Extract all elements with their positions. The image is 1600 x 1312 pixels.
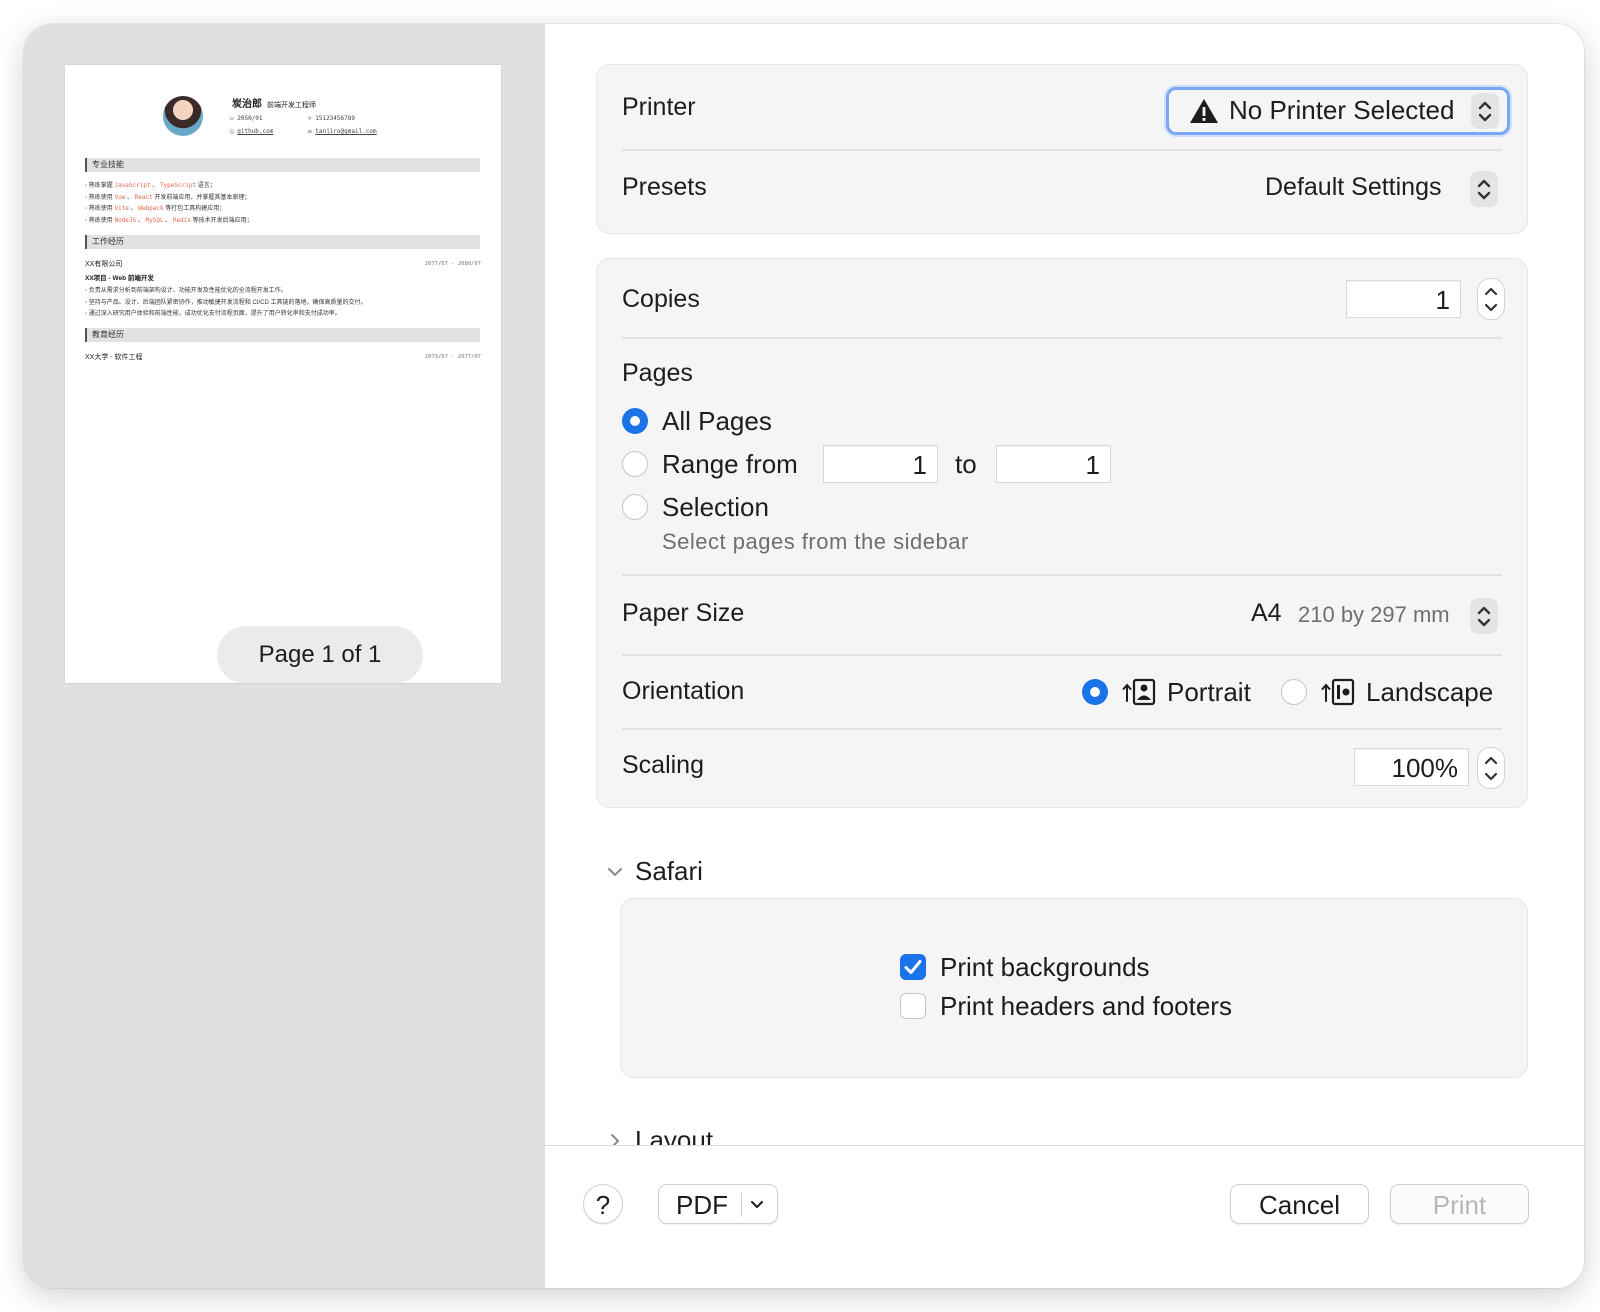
- resume-skill-line: ◦ 熟练掌握 JavaScript 、 TypeScript 语言；: [85, 182, 216, 189]
- resume-name: 炭治郎 前端开发工程师: [232, 99, 316, 110]
- all-pages-label[interactable]: All Pages: [662, 406, 772, 437]
- paper-size-label: Paper Size: [622, 599, 745, 627]
- pdf-label: PDF: [676, 1190, 728, 1220]
- resume-work-bullet: ◦ 负责从需求分析到前端架构设计、功能开发及性能优化的全流程开发工作。: [85, 288, 287, 294]
- resume-education-period: 2073/07 - 2077/07: [424, 354, 481, 360]
- safari-options-group: Print backgrounds Print headers and foot…: [620, 898, 1528, 1078]
- landscape-icon: [1321, 678, 1355, 706]
- range-start-input[interactable]: 1: [823, 445, 938, 483]
- settings-pane: Printer No Printer Selected Presets Defa…: [545, 24, 1584, 1288]
- print-backgrounds-label[interactable]: Print backgrounds: [940, 952, 1150, 983]
- divider: [622, 337, 1502, 339]
- help-button[interactable]: ?: [583, 1184, 623, 1224]
- pdf-button-separator: [741, 1193, 742, 1217]
- paper-size-value[interactable]: A4: [1251, 599, 1282, 628]
- resume-company: XX有限公司: [85, 261, 123, 268]
- resume-work-bullet: ◦ 坚持与产品、设计、后端团队紧密协作，推动敏捷开发流程和 CI/CD 工具链的…: [85, 299, 367, 306]
- resume-section-work: 工作经历: [85, 235, 480, 249]
- scaling-input[interactable]: 100%: [1354, 748, 1469, 786]
- divider: [622, 574, 1502, 576]
- paper-size-dimensions[interactable]: 210 by 297 mm: [1298, 602, 1450, 628]
- resume-skill-line: ◦ 熟练使用 NodeJS 、 MySQL 、 Redis 等技术开发后端应用；: [85, 216, 253, 224]
- resume-school: XX大学 - 软件工程: [85, 354, 143, 361]
- print-dialog: 炭治郎 前端开发工程师 ▭ 2050/01 ✆ 15123456789 ◯ git…: [24, 24, 1584, 1288]
- printer-group: Printer No Printer Selected Presets Defa…: [596, 64, 1528, 234]
- print-button[interactable]: Print: [1390, 1184, 1529, 1224]
- range-radio[interactable]: [622, 451, 648, 477]
- selection-radio[interactable]: [622, 494, 648, 520]
- resume-phone: ✆ 15123456789: [308, 115, 355, 122]
- landscape-label[interactable]: Landscape: [1366, 677, 1493, 708]
- divider: [622, 654, 1502, 656]
- selection-hint: Select pages from the sidebar: [662, 529, 969, 554]
- resume-birth: ▭ 2050/01: [230, 115, 263, 122]
- copies-stepper[interactable]: [1477, 278, 1505, 320]
- safari-section-title[interactable]: Safari: [635, 856, 703, 887]
- range-from-label[interactable]: Range from: [662, 449, 798, 480]
- printer-popup-arrows-icon: [1471, 93, 1499, 129]
- all-pages-radio[interactable]: [622, 408, 648, 434]
- resume-work-period: 2077/07 - 2080/07: [424, 261, 481, 267]
- resume-github: ◯ github.com: [230, 128, 274, 135]
- copies-input[interactable]: 1: [1346, 280, 1461, 318]
- preview-pane: 炭治郎 前端开发工程师 ▭ 2050/01 ✆ 15123456789 ◯ git…: [24, 24, 545, 1288]
- presets-popup-arrows-icon[interactable]: [1470, 171, 1498, 207]
- chevron-down-icon[interactable]: [605, 862, 625, 882]
- landscape-radio[interactable]: [1281, 679, 1307, 705]
- resume-avatar: [163, 96, 203, 136]
- range-end-input[interactable]: 1: [996, 445, 1111, 483]
- scaling-stepper[interactable]: [1477, 747, 1505, 789]
- portrait-icon: [1122, 678, 1156, 706]
- resume-role: 前端开发工程师: [267, 102, 316, 109]
- page-settings-group: Copies 1 Pages All Pages Range from 1 to…: [596, 258, 1528, 808]
- resume-skill-line: ◦ 熟练使用 Vite 、 Webpack 等打包工具构建应用；: [85, 205, 226, 212]
- printer-label: Printer: [622, 93, 696, 121]
- resume-project: XX项目 - Web 前端开发: [85, 275, 154, 282]
- chevron-down-icon: [751, 1201, 763, 1208]
- page-preview[interactable]: 炭治郎 前端开发工程师 ▭ 2050/01 ✆ 15123456789 ◯ git…: [65, 65, 501, 683]
- portrait-radio[interactable]: [1082, 679, 1108, 705]
- presets-label: Presets: [622, 173, 707, 201]
- page-indicator: Page 1 of 1: [217, 626, 423, 683]
- divider: [622, 728, 1502, 730]
- portrait-label[interactable]: Portrait: [1167, 677, 1251, 708]
- print-headers-footers-label[interactable]: Print headers and footers: [940, 991, 1232, 1022]
- resume-section-education: 教育经历: [85, 328, 480, 342]
- resume-skill-line: ◦ 熟练使用 Vue 、 React 开发前端应用，并掌握其基本原理；: [85, 193, 251, 201]
- printer-value: No Printer Selected: [1229, 95, 1455, 125]
- selection-label[interactable]: Selection: [662, 492, 769, 523]
- orientation-label: Orientation: [622, 677, 745, 705]
- resume-work-bullet: ◦ 通过深入研究用户体验和前端性能，成功优化支付流程页面，提升了用户转化率和支付…: [85, 311, 341, 317]
- resume-email: ✉ tanjiro@gmail.com: [308, 128, 377, 135]
- divider: [622, 149, 1502, 151]
- range-to-label: to: [955, 449, 977, 479]
- paper-size-popup-arrows-icon[interactable]: [1470, 598, 1498, 634]
- print-backgrounds-checkbox[interactable]: [900, 954, 926, 980]
- scaling-label: Scaling: [622, 751, 704, 779]
- pages-label: Pages: [622, 359, 693, 387]
- dialog-footer: ? PDF Cancel Print: [545, 1145, 1584, 1288]
- copies-label: Copies: [622, 285, 700, 313]
- pdf-menu-button[interactable]: PDF: [658, 1184, 778, 1224]
- presets-value[interactable]: Default Settings: [1265, 173, 1442, 202]
- printer-popup[interactable]: No Printer Selected: [1166, 87, 1510, 135]
- print-headers-footers-checkbox[interactable]: [900, 993, 926, 1019]
- checkmark-icon: [904, 960, 922, 974]
- resume-section-skills: 专业技能: [85, 158, 480, 172]
- warning-triangle-icon: [1190, 99, 1218, 123]
- cancel-button[interactable]: Cancel: [1230, 1184, 1369, 1224]
